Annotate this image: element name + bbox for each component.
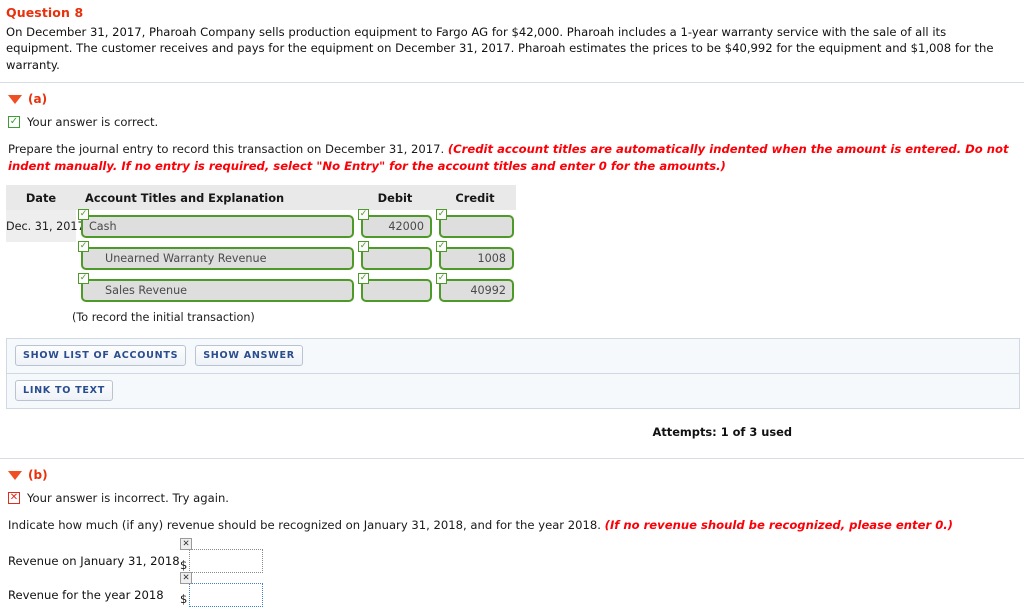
check-icon: ✓ xyxy=(358,273,369,285)
part-b-header[interactable]: (b) xyxy=(0,459,1024,482)
part-b-result: ✕ Your answer is incorrect. Try again. xyxy=(0,482,1024,505)
button-row-top: SHOW LIST OF ACCOUNTS SHOW ANSWER xyxy=(7,339,1019,373)
check-icon: ✓ xyxy=(358,209,369,221)
show-list-of-accounts-button[interactable]: SHOW LIST OF ACCOUNTS xyxy=(15,345,187,367)
check-icon: ✓ xyxy=(78,209,89,221)
revenue-jan-label: Revenue on January 31, 2018 xyxy=(8,553,180,568)
credit-input-3[interactable] xyxy=(439,279,514,303)
check-icon: ✓ xyxy=(8,116,20,129)
part-a-result-text: Your answer is correct. xyxy=(27,115,159,130)
part-a-header[interactable]: (a) xyxy=(0,83,1024,106)
credit-input-2[interactable] xyxy=(439,247,514,271)
check-icon: ✓ xyxy=(436,209,447,221)
list-item: Revenue on January 31, 2018 ✕ $ xyxy=(0,537,1024,578)
currency-symbol: $ xyxy=(180,557,188,572)
chevron-down-icon[interactable] xyxy=(8,94,22,104)
attempts-counter: Attempts: 1 of 3 used xyxy=(652,425,793,440)
column-header-account: Account Titles and Explanation xyxy=(76,185,356,211)
column-header-date: Date xyxy=(6,185,76,211)
debit-input-3[interactable] xyxy=(361,279,432,303)
question-page: Question 8 On December 31, 2017, Pharoah… xyxy=(0,0,1024,612)
revenue-jan-input[interactable] xyxy=(189,548,264,573)
link-to-text-button[interactable]: LINK TO TEXT xyxy=(15,380,113,402)
part-a-instruction-plain: Prepare the journal entry to record this… xyxy=(8,142,448,157)
button-row-bottom: LINK TO TEXT xyxy=(7,373,1019,408)
check-icon: ✓ xyxy=(436,241,447,253)
part-b-result-text: Your answer is incorrect. Try again. xyxy=(27,491,229,506)
table-row: Dec. 31, 2017 ✓ ✓ ✓ xyxy=(6,209,516,243)
credit-input-1[interactable] xyxy=(439,215,514,239)
chevron-down-icon[interactable] xyxy=(8,470,22,480)
column-header-credit: Credit xyxy=(434,185,516,211)
column-header-debit: Debit xyxy=(356,185,434,211)
currency-symbol: $ xyxy=(180,591,188,606)
close-icon: ✕ xyxy=(8,492,20,505)
journal-date-cell xyxy=(6,274,76,307)
table-row: ✓ ✓ ✓ xyxy=(6,273,516,307)
check-icon: ✓ xyxy=(358,241,369,253)
debit-input-1[interactable] xyxy=(361,215,432,239)
question-title: Question 8 xyxy=(6,5,84,20)
question-body: On December 31, 2017, Pharoah Company se… xyxy=(6,25,994,72)
journal-entry-table: Date Account Titles and Explanation Debi… xyxy=(6,185,516,307)
part-a-instruction: Prepare the journal entry to record this… xyxy=(0,129,1024,174)
part-b-label: (b) xyxy=(28,468,48,483)
journal-header-row: Date Account Titles and Explanation Debi… xyxy=(6,185,516,211)
check-icon: ✓ xyxy=(436,273,447,285)
account-title-input-2[interactable] xyxy=(81,247,354,271)
revenue-jan-field-group: ✕ $ xyxy=(180,537,264,573)
journal-memo: (To record the initial transaction) xyxy=(72,311,255,325)
check-icon: ✓ xyxy=(78,273,89,285)
account-title-input-3[interactable] xyxy=(81,279,354,303)
part-b-instruction-emphasis: (If no revenue should be recognized, ple… xyxy=(604,518,953,533)
account-title-input-1[interactable] xyxy=(81,215,354,239)
show-answer-button[interactable]: SHOW ANSWER xyxy=(195,345,303,367)
close-icon: ✕ xyxy=(180,537,192,550)
debit-input-2[interactable] xyxy=(361,247,432,271)
part-a-label: (a) xyxy=(28,92,48,107)
part-b-instruction-plain: Indicate how much (if any) revenue shoul… xyxy=(8,518,605,533)
journal-date-cell: Dec. 31, 2017 xyxy=(6,210,85,243)
part-a-result: ✓ Your answer is correct. xyxy=(0,106,1024,129)
table-row: ✓ ✓ ✓ xyxy=(6,241,516,275)
journal-date-cell xyxy=(6,242,76,275)
part-a-button-panel: SHOW LIST OF ACCOUNTS SHOW ANSWER LINK T… xyxy=(6,338,1020,410)
part-b-instruction: Indicate how much (if any) revenue shoul… xyxy=(0,505,1024,533)
part-b-answers: Revenue on January 31, 2018 ✕ $ Revenue … xyxy=(0,537,1024,612)
close-icon: ✕ xyxy=(180,571,192,584)
check-icon: ✓ xyxy=(78,241,89,253)
